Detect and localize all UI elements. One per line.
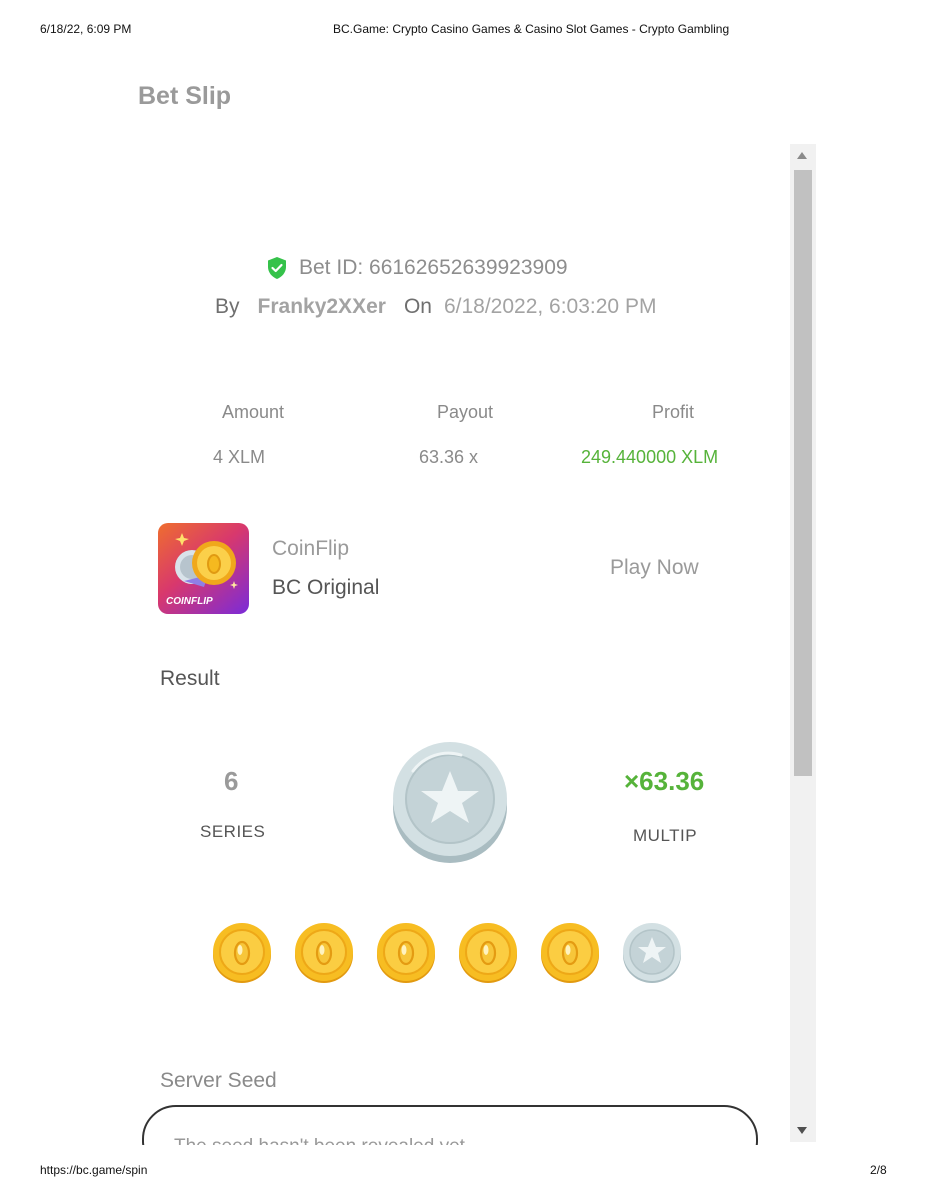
- bet-meta-row: By Franky2XXer On 6/18/2022, 6:03:20 PM: [215, 295, 656, 319]
- gold-coin-icon: [458, 922, 518, 989]
- coin-sequence: [212, 922, 682, 989]
- bet-id: Bet ID: 66162652639923909: [299, 256, 568, 279]
- payout-value: 63.36 x: [419, 447, 479, 467]
- amount-label: Amount: [222, 402, 285, 422]
- play-now-button[interactable]: Play Now: [610, 556, 699, 580]
- game-provider: BC Original: [272, 576, 380, 599]
- coinflip-icon-text: COINFLIP: [166, 596, 213, 607]
- series-value: 6: [224, 766, 239, 796]
- silver-coin-icon: [622, 922, 682, 989]
- coinflip-game-icon[interactable]: COINFLIP: [158, 523, 249, 614]
- print-page-number-overlay: 2/8: [870, 1163, 887, 1177]
- scroll-down-arrow-icon[interactable]: [797, 1127, 807, 1134]
- payout-label: Payout: [437, 402, 494, 422]
- multiplier-value: ×63.36: [624, 766, 705, 796]
- result-label: Result: [160, 667, 220, 690]
- profit-label: Profit: [652, 402, 695, 422]
- amount-value: 4 XLM: [213, 447, 266, 467]
- print-url-overlay: https://bc.game/spin: [40, 1163, 148, 1177]
- gold-coin-icon: [212, 922, 272, 989]
- multiplier-label: MULTIP: [633, 826, 698, 845]
- profit-value: 249.440000 XLM: [581, 447, 719, 467]
- bet-id-row: Bet ID: 66162652639923909: [265, 256, 568, 280]
- bet-date: 6/18/2022, 6:03:20 PM: [443, 295, 657, 318]
- coinflip-art-icon: COINFLIP: [166, 533, 238, 607]
- gold-coin-icon: [294, 922, 354, 989]
- gold-coin-icon: [540, 922, 600, 989]
- bet-username[interactable]: Franky2XXer: [258, 295, 386, 319]
- scroll-up-arrow-icon[interactable]: [797, 152, 807, 159]
- by-label: By: [215, 295, 240, 318]
- print-doc-title: BC.Game: Crypto Casino Games & Casino Sl…: [333, 22, 730, 36]
- on-label: On: [403, 295, 432, 318]
- verified-shield-icon: [268, 257, 286, 279]
- print-datetime: 6/18/22, 6:09 PM: [40, 22, 132, 36]
- series-label: SERIES: [200, 822, 266, 841]
- gold-coin-icon: [376, 922, 436, 989]
- modal-title: Bet Slip: [138, 82, 232, 110]
- result-coin-silver-icon: [391, 741, 509, 870]
- scrollbar-thumb[interactable]: [794, 170, 812, 776]
- server-seed-label: Server Seed: [160, 1069, 277, 1092]
- game-name: CoinFlip: [272, 537, 350, 560]
